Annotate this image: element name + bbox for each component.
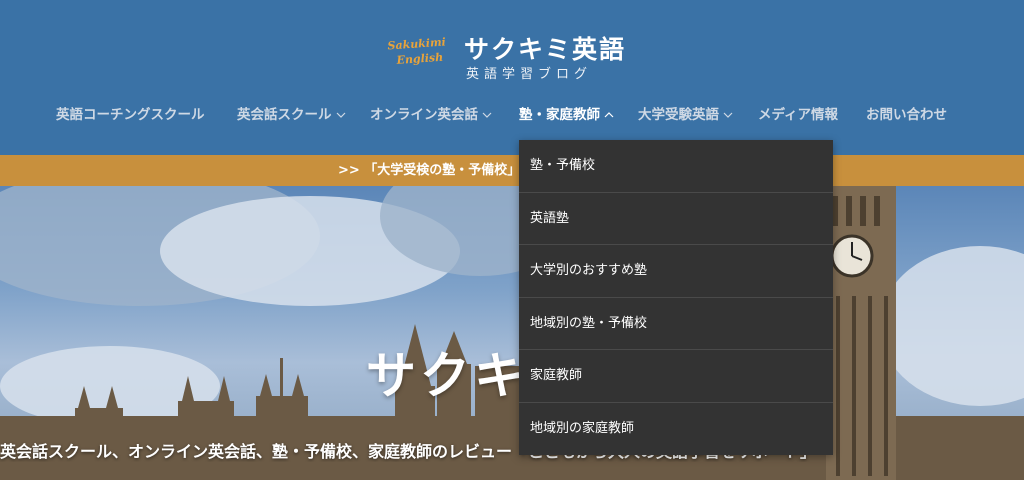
site-subtitle: 英語学習ブログ bbox=[466, 67, 593, 82]
dropdown-item-regional-juku[interactable]: 地域別の塾・予備校 bbox=[519, 298, 833, 350]
dropdown-item-regional-home-tutor[interactable]: 地域別の家庭教師 bbox=[519, 403, 833, 456]
westminster-skyline-illustration bbox=[0, 186, 1024, 480]
hero-subtitle: 英会話スクール、オンライン英会話、塾・予備校、家庭教師のレビュー「こどもから大人… bbox=[0, 442, 817, 461]
dropdown-item-juku-yobiko[interactable]: 塾・予備校 bbox=[519, 140, 833, 193]
chevron-down-icon bbox=[336, 112, 345, 118]
dropdown-item-english-juku[interactable]: 英語塾 bbox=[519, 193, 833, 245]
nav-item-university-exam[interactable]: 大学受験英語 bbox=[638, 104, 734, 126]
banner-link-text[interactable]: >> 「大学受検の塾・予備校」 bbox=[338, 155, 520, 186]
nav-item-eikaiwa-school[interactable]: 英会話スクール bbox=[237, 104, 347, 126]
chevron-up-icon bbox=[604, 112, 614, 118]
nav-item-online-eikaiwa[interactable]: オンライン英会話 bbox=[370, 104, 493, 126]
nav-item-contact[interactable]: お問い合わせ bbox=[866, 104, 947, 126]
site-logo[interactable]: Sakukimi English サクキミ英語 英語学習ブログ bbox=[387, 30, 648, 82]
nav-item-label: 英会話スクール bbox=[237, 107, 332, 123]
juku-tutor-dropdown-menu: 塾・予備校 英語塾 大学別のおすすめ塾 地域別の塾・予備校 家庭教師 地域別の家… bbox=[519, 140, 833, 455]
nav-item-media[interactable]: メディア情報 bbox=[758, 104, 838, 126]
chevron-down-icon bbox=[482, 112, 492, 118]
announcement-banner[interactable]: >> 「大学受検の塾・予備校」 bbox=[0, 155, 1024, 186]
hero-title: サクキ bbox=[366, 347, 528, 405]
chevron-down-icon bbox=[723, 112, 733, 118]
hero-section: サクキ 英会話スクール、オンライン英会話、塾・予備校、家庭教師のレビュー「こども… bbox=[0, 186, 1024, 480]
nav-item-label: オンライン英会話 bbox=[370, 107, 478, 123]
nav-item-label: 大学受験英語 bbox=[638, 107, 719, 123]
dropdown-item-home-tutor[interactable]: 家庭教師 bbox=[519, 350, 833, 403]
nav-item-label: お問い合わせ bbox=[866, 107, 947, 123]
nav-item-label: 英語コーチングスクール bbox=[56, 107, 205, 123]
nav-item-label: 塾・家庭教師 bbox=[519, 107, 600, 123]
nav-item-juku-tutor[interactable]: 塾・家庭教師 bbox=[519, 104, 615, 126]
site-header: Sakukimi English サクキミ英語 英語学習ブログ 英語コーチングス… bbox=[0, 0, 1024, 155]
nav-item-label: メディア情報 bbox=[758, 107, 839, 123]
site-title: サクキミ英語 bbox=[464, 35, 627, 64]
dropdown-item-university-recommended-juku[interactable]: 大学別のおすすめ塾 bbox=[519, 245, 833, 298]
logo-script-wordmark: Sakukimi English bbox=[387, 34, 461, 69]
main-nav: 英語コーチングスクール 英会話スクール オンライン英会話 塾・家庭教師 大学受験… bbox=[0, 104, 1024, 126]
nav-item-english-coaching[interactable]: 英語コーチングスクール bbox=[56, 104, 205, 126]
